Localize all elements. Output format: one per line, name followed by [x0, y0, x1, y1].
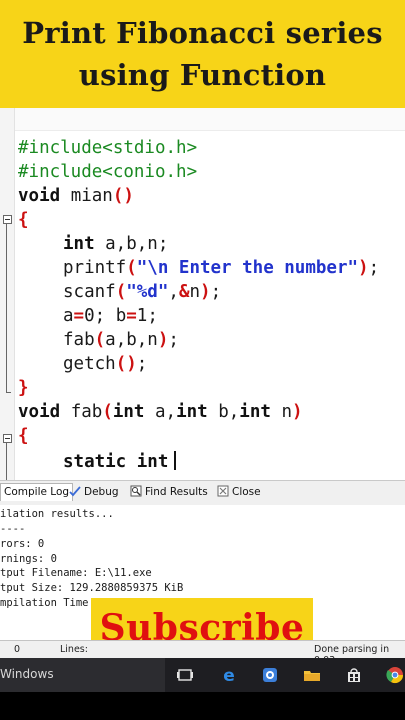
fold-range-line	[6, 443, 7, 480]
log-line: ilation results...	[0, 508, 114, 520]
svg-text:e: e	[223, 666, 235, 684]
close-icon	[217, 485, 229, 497]
code-line-6[interactable]: printf("\n Enter the number");	[63, 256, 379, 280]
store-icon[interactable]	[345, 666, 363, 684]
edge-browser-icon[interactable]: e	[220, 666, 238, 684]
tab-debug[interactable]: Debug	[66, 484, 122, 501]
code-line-8[interactable]: a=0; b=1;	[63, 304, 158, 328]
code-line-2[interactable]: #include<conio.h>	[18, 160, 197, 184]
code-line-1[interactable]: #include<stdio.h>	[18, 136, 197, 160]
fold-toggle-icon[interactable]	[3, 434, 12, 443]
code-line-13[interactable]: {	[18, 424, 29, 448]
code-line-3[interactable]: void mian()	[18, 184, 134, 208]
title-line-1: Print Fibonacci series	[22, 16, 383, 50]
title-banner: Print Fibonacci series using Function	[0, 0, 405, 108]
bottom-panel-tabs: Compile Log Debug Find Results Close	[0, 480, 405, 506]
file-explorer-icon[interactable]	[303, 666, 321, 684]
editor-top-strip	[0, 108, 405, 131]
tab-close[interactable]: Close	[214, 484, 264, 501]
tab-find-results[interactable]: Find Results	[127, 484, 211, 501]
task-view-icon[interactable]	[176, 666, 194, 684]
fold-toggle-icon[interactable]	[3, 215, 12, 224]
code-line-10[interactable]: getch();	[63, 352, 147, 376]
code-line-12[interactable]: void fab(int a,int b,int n)	[18, 400, 303, 424]
chrome-browser-icon[interactable]	[386, 666, 404, 684]
status-col: 0	[14, 644, 21, 655]
log-line: rnings: 0	[0, 553, 57, 565]
code-line-9[interactable]: fab(a,b,n);	[63, 328, 179, 352]
text-caret	[174, 451, 176, 470]
code-line-7[interactable]: scanf("%d",&n);	[63, 280, 221, 304]
code-line-11[interactable]: }	[18, 376, 29, 400]
bottom-letterbox	[0, 692, 405, 720]
taskbar-search-box[interactable]: Windows	[0, 658, 165, 692]
code-line-5[interactable]: int a,b,n;	[63, 232, 168, 256]
windows-taskbar: Windows e	[0, 658, 405, 692]
editor-gutter	[0, 108, 15, 480]
code-line-14[interactable]: static int	[63, 450, 176, 474]
app-icon[interactable]	[261, 666, 279, 684]
status-lines-label: Lines:	[60, 644, 88, 655]
status-bar: 0 Lines: Done parsing in 0.03	[0, 640, 405, 666]
code-editor[interactable]: #include<stdio.h> #include<conio.h> void…	[0, 108, 405, 480]
tab-compile-log[interactable]: Compile Log	[0, 483, 74, 501]
code-line-4[interactable]: {	[18, 208, 29, 232]
log-line: tput Size: 129.2880859375 KiB	[0, 582, 184, 594]
log-line: ----	[0, 523, 26, 535]
fold-range-end	[6, 392, 11, 393]
log-line: tput Filename: E:\11.exe	[0, 567, 152, 579]
checkmark-icon	[69, 486, 81, 497]
title-line-2: using Function	[78, 58, 327, 92]
fold-range-line	[6, 224, 7, 392]
log-line: rors: 0	[0, 538, 45, 550]
find-icon	[130, 485, 142, 497]
